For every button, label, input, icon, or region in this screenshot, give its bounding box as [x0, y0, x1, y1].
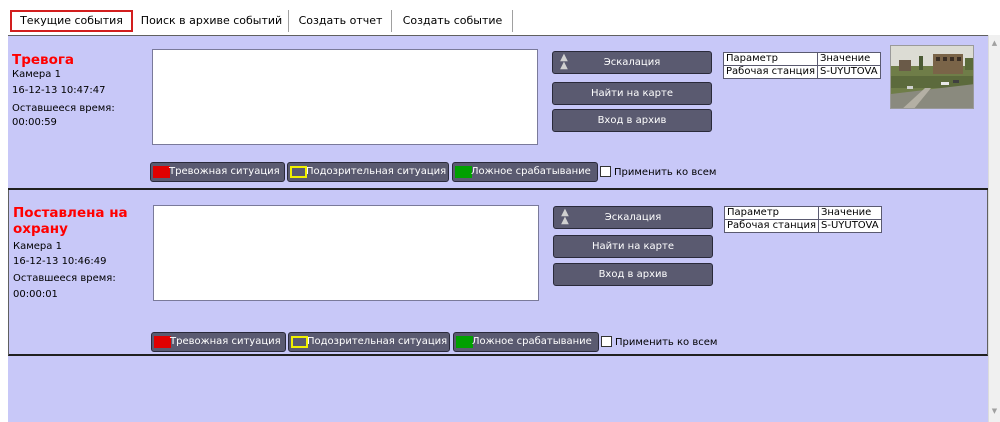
false-alarm-button[interactable]: Ложное срабатывание: [452, 162, 598, 182]
alarm-situation-button[interactable]: Тревожная ситуация: [150, 162, 285, 182]
event-params-table: Параметр Значение Рабочая станция S-UYUT…: [723, 52, 881, 79]
false-alarm-label: Ложное срабатывание: [472, 336, 592, 347]
escalate-button[interactable]: ▲ ▲ Эскалация: [553, 206, 713, 229]
checkbox-icon: [600, 166, 611, 177]
suspicious-situation-button[interactable]: Подозрительная ситуация: [287, 162, 449, 182]
suspicious-situation-label: Подозрительная ситуация: [307, 336, 448, 347]
value-header: Значение: [817, 206, 882, 220]
green-swatch-icon: [455, 166, 472, 178]
event-comment-field[interactable]: [152, 49, 538, 145]
camera-snapshot-thumbnail[interactable]: [890, 45, 974, 109]
value-header: Значение: [816, 52, 881, 66]
false-alarm-label: Ложное срабатывание: [471, 166, 591, 177]
event-camera: Камера 1: [12, 69, 61, 80]
tab-archive-search[interactable]: Поиск в архиве событий: [135, 10, 289, 32]
param-name: Рабочая станция: [724, 219, 819, 233]
events-panel: Тревога Камера 1 16-12-13 10:47:47 Остав…: [8, 35, 988, 422]
event-timestamp: 16-12-13 10:47:47: [12, 85, 106, 96]
apply-to-all-label: Применить ко всем: [615, 337, 718, 348]
red-swatch-icon: [154, 336, 171, 348]
event-card: Тревога Камера 1 16-12-13 10:47:47 Остав…: [8, 35, 988, 190]
param-value: S-UYUTOVA: [816, 65, 881, 79]
alarm-situation-label: Тревожная ситуация: [169, 166, 280, 177]
event-timestamp: 16-12-13 10:46:49: [13, 256, 107, 267]
param-header: Параметр: [724, 206, 819, 220]
escalate-label: Эскалация: [604, 212, 662, 223]
escalate-label: Эскалация: [603, 57, 661, 68]
escalate-button[interactable]: ▲ ▲ Эскалация: [552, 51, 712, 74]
alarm-situation-label: Тревожная ситуация: [170, 336, 281, 347]
event-card: Поставлена на охрану Камера 1 16-12-13 1…: [8, 190, 988, 356]
alarm-situation-button[interactable]: Тревожная ситуация: [151, 332, 286, 352]
tab-current-events[interactable]: Текущие события: [10, 10, 133, 32]
find-on-map-button[interactable]: Найти на карте: [553, 235, 713, 258]
vertical-scrollbar[interactable]: ▲ ▼: [988, 35, 1000, 422]
param-header: Параметр: [723, 52, 818, 66]
tab-create-event[interactable]: Создать событие: [393, 10, 513, 32]
remaining-time-label: Оставшееся время:: [12, 103, 115, 114]
param-name: Рабочая станция: [723, 65, 818, 79]
camera-snapshot-image: [891, 46, 973, 108]
escalate-icon: ▲ ▲: [560, 52, 568, 71]
false-alarm-button[interactable]: Ложное срабатывание: [453, 332, 599, 352]
event-comment-field[interactable]: [153, 205, 539, 301]
event-params-table: Параметр Значение Рабочая станция S-UYUT…: [724, 206, 882, 233]
event-title: Поставлена на охрану: [13, 205, 128, 237]
red-swatch-icon: [153, 166, 170, 178]
suspicious-situation-label: Подозрительная ситуация: [306, 166, 447, 177]
event-camera: Камера 1: [13, 241, 62, 252]
apply-to-all-label: Применить ко всем: [614, 167, 717, 178]
suspicious-situation-button[interactable]: Подозрительная ситуация: [288, 332, 450, 352]
param-value: S-UYUTOVA: [817, 219, 882, 233]
remaining-time-value: 00:00:01: [13, 289, 58, 300]
green-swatch-icon: [456, 336, 473, 348]
escalate-icon: ▲ ▲: [561, 207, 569, 226]
remaining-time-value: 00:00:59: [12, 117, 57, 128]
tab-bar: Текущие события Поиск в архиве событий С…: [0, 0, 1000, 36]
enter-archive-button[interactable]: Вход в архив: [552, 109, 712, 132]
find-on-map-button[interactable]: Найти на карте: [552, 82, 712, 105]
scroll-down-icon[interactable]: ▼: [990, 407, 999, 416]
checkbox-icon: [601, 336, 612, 347]
yellow-swatch-icon: [291, 336, 308, 348]
yellow-swatch-icon: [290, 166, 307, 178]
scroll-up-icon[interactable]: ▲: [990, 39, 999, 48]
remaining-time-label: Оставшееся время:: [13, 273, 116, 284]
enter-archive-button[interactable]: Вход в архив: [553, 263, 713, 286]
tab-create-report[interactable]: Создать отчет: [290, 10, 392, 32]
event-title: Тревога: [12, 52, 75, 68]
